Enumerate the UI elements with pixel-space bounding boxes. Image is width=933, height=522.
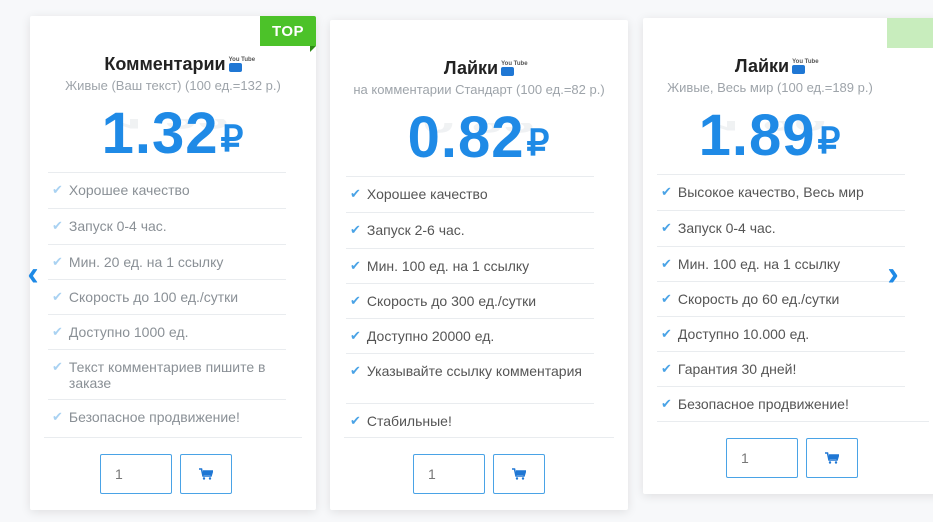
check-icon: ✔: [350, 222, 361, 237]
youtube-icon: You Tube: [792, 59, 819, 74]
feature-item: ✔ Доступно 10.000 ед.: [657, 316, 905, 351]
check-icon: ✔: [350, 186, 361, 201]
pricing-carousel: TOP Комментарии You Tube Живые (Ваш текст…: [0, 0, 933, 522]
check-icon: ✔: [661, 396, 672, 411]
price: 1.89₽: [643, 104, 897, 173]
feature-item: ✔ Высокое качество, Весь мир: [657, 174, 905, 210]
feature-list: ✔ Хорошее качество ✔ Запуск 2-6 час. ✔ Мин.…: [346, 176, 594, 438]
card-title-text: Лайки: [443, 58, 499, 78]
feature-item: ✔ Мин. 100 ед. на 1 ссылку: [346, 248, 594, 283]
check-icon: ✔: [661, 361, 672, 376]
feature-item: ✔ Безопасное продвижение!: [48, 399, 286, 435]
check-icon: ✔: [52, 254, 63, 269]
feature-item: ✔ Хорошее качество: [48, 172, 286, 208]
price-value: 1.32: [101, 101, 219, 166]
add-to-cart-button[interactable]: [806, 438, 858, 478]
check-icon: ✔: [52, 182, 63, 197]
order-controls: [100, 454, 232, 494]
check-icon: ✔: [52, 289, 63, 304]
order-controls: [413, 454, 545, 494]
feature-item: ✔ Скорость до 300 ед./сутки: [346, 283, 594, 318]
feature-item: ✔ Мин. 100 ед. на 1 ссылку: [657, 246, 905, 281]
top-badge: TOP: [260, 16, 316, 52]
check-icon: ✔: [350, 258, 361, 273]
carousel-next-arrow[interactable]: ›: [882, 254, 904, 294]
youtube-icon: You Tube: [501, 61, 528, 76]
feature-item: ✔ Скорость до 60 ед./сутки: [657, 281, 905, 316]
feature-item: ✔ Доступно 20000 ед.: [346, 318, 594, 353]
check-icon: ✔: [52, 218, 63, 233]
check-icon: ✔: [661, 184, 672, 199]
check-icon: ✔: [52, 359, 63, 374]
youtube-icon: You Tube: [228, 57, 255, 72]
price: 1.32₽: [30, 102, 316, 171]
check-icon: ✔: [661, 291, 672, 306]
check-icon: ✔: [350, 413, 361, 428]
pricing-card-comment-likes: Лайки You Tube на комментарии Стандарт (1…: [330, 20, 628, 510]
card-subtitle: на комментарии Стандарт (100 ед.=82 р.): [353, 82, 605, 97]
feature-item: ✔ Запуск 0-4 час.: [48, 208, 286, 244]
add-to-cart-button[interactable]: [180, 454, 232, 494]
feature-item: ✔ Текст комментариев пишите в заказе: [48, 349, 286, 399]
cart-icon: [199, 468, 213, 480]
price: 0.82₽: [330, 106, 628, 175]
feature-item: ✔ Запуск 0-4 час.: [657, 210, 905, 246]
card-title-text: Комментарии: [104, 54, 226, 74]
check-icon: ✔: [661, 220, 672, 235]
feature-item: ✔ Скорость до 100 ед./сутки: [48, 279, 286, 314]
feature-item: ✔ Мин. 20 ед. на 1 ссылку: [48, 244, 286, 279]
check-icon: ✔: [52, 409, 63, 424]
feature-item: ✔ Безопасное продвижение!: [657, 386, 905, 421]
price-value: 1.89: [698, 103, 816, 168]
add-to-cart-button[interactable]: [493, 454, 545, 494]
currency-symbol: ₽: [220, 118, 245, 159]
feature-item: ✔ Стабильные!: [346, 403, 594, 438]
check-icon: ✔: [52, 324, 63, 339]
quantity-input[interactable]: [726, 438, 798, 478]
check-icon: ✔: [661, 256, 672, 271]
card-title: Лайки You Tube: [330, 58, 628, 79]
card-subtitle: Живые, Весь мир (100 ед.=189 р.): [667, 80, 873, 95]
cart-icon: [825, 452, 839, 464]
feature-item: ✔ Гарантия 30 дней!: [657, 351, 905, 386]
feature-item: ✔ Запуск 2-6 час.: [346, 212, 594, 248]
quantity-input[interactable]: [100, 454, 172, 494]
order-controls: [726, 438, 858, 478]
card-title-text: Лайки: [734, 56, 790, 76]
feature-item: ✔ Доступно 1000 ед.: [48, 314, 286, 349]
currency-symbol: ₽: [526, 122, 551, 163]
check-icon: ✔: [350, 293, 361, 308]
card-subtitle: Живые (Ваш текст) (100 ед.=132 р.): [65, 78, 281, 93]
check-icon: ✔: [350, 363, 361, 378]
carousel-prev-arrow[interactable]: ‹: [22, 254, 44, 294]
feature-item: ✔ Указывайте ссылку комментария: [346, 353, 594, 403]
quantity-input[interactable]: [413, 454, 485, 494]
top-badge-faded: [887, 18, 933, 48]
currency-symbol: ₽: [817, 120, 842, 161]
card-title: Лайки You Tube: [643, 56, 897, 77]
pricing-card-comments: TOP Комментарии You Tube Живые (Ваш текст…: [30, 16, 316, 510]
price-value: 0.82: [407, 105, 525, 170]
feature-list: ✔ Высокое качество, Весь мир ✔ Запуск 0-4 …: [657, 174, 905, 421]
feature-item: ✔ Хорошее качество: [346, 176, 594, 212]
cart-icon: [512, 468, 526, 480]
check-icon: ✔: [350, 328, 361, 343]
feature-list: ✔ Хорошее качество ✔ Запуск 0-4 час. ✔ Мин.…: [48, 172, 286, 435]
card-title: Комментарии You Tube: [30, 54, 316, 75]
check-icon: ✔: [661, 326, 672, 341]
